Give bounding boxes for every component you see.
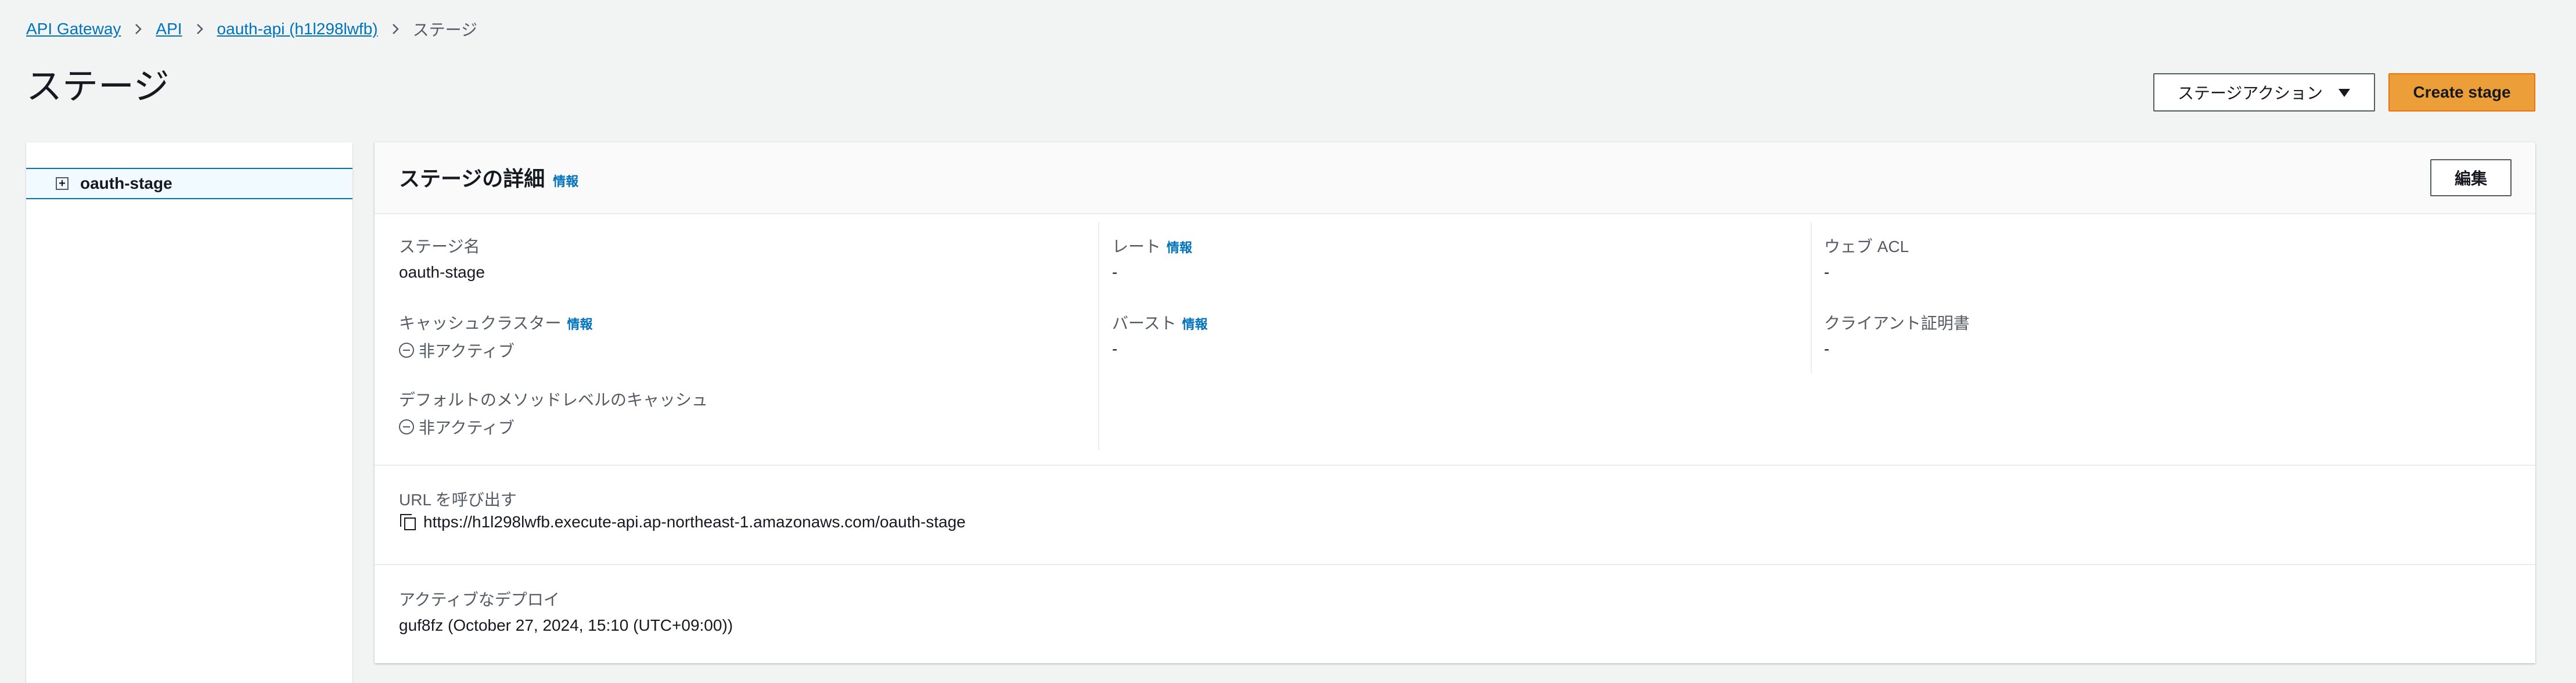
column-divider: [1811, 222, 1812, 373]
tree-item-label: oauth-stage: [80, 174, 172, 192]
page-title: ステージ: [26, 67, 170, 107]
breadcrumb-api-name[interactable]: oauth-api (h1l298lwfb): [217, 20, 378, 38]
section-divider: [375, 465, 2535, 466]
breadcrumb-api-gateway[interactable]: API Gateway: [26, 20, 121, 38]
stage-details-title-text: ステージの詳細: [399, 167, 545, 190]
cache-cluster-value: 非アクティブ: [419, 342, 515, 360]
info-link[interactable]: 情報: [553, 174, 578, 189]
client-cert-value: -: [1824, 340, 1830, 358]
info-link[interactable]: 情報: [1182, 317, 1208, 332]
copy-icon[interactable]: [399, 513, 418, 531]
rate-label-text: レート: [1112, 238, 1161, 256]
section-divider: [375, 564, 2535, 565]
rate-value: -: [1112, 263, 1118, 281]
active-deployment-label: アクティブなデプロイ: [399, 591, 560, 609]
invoke-url-row: https://h1l298lwfb.execute-api.ap-northe…: [399, 513, 966, 531]
default-cache-label: デフォルトのメソッドレベルのキャッシュ: [399, 391, 708, 409]
invoke-url-label: URL を呼び出す: [399, 491, 517, 509]
stage-name-value: oauth-stage: [399, 263, 485, 281]
stage-details-header: ステージの詳細 情報 編集: [375, 142, 2535, 214]
stage-name-label: ステージ名: [399, 238, 480, 256]
edit-button[interactable]: 編集: [2430, 159, 2512, 196]
stage-actions-dropdown[interactable]: ステージアクション: [2153, 73, 2375, 112]
create-stage-button[interactable]: Create stage: [2388, 73, 2535, 112]
stage-details-container: ステージの詳細 情報 編集 ステージ名 oauth-stage キャッシュクラスタ…: [375, 142, 2535, 663]
breadcrumb: API Gateway API oauth-api (h1l298lwfb) ス…: [26, 17, 477, 41]
stage-actions-label: ステージアクション: [2177, 84, 2323, 102]
breadcrumb-api[interactable]: API: [156, 20, 182, 38]
cache-cluster-label: キャッシュクラスター 情報: [399, 311, 592, 334]
burst-label: バースト 情報: [1112, 311, 1208, 334]
stage-details-title: ステージの詳細 情報: [399, 162, 578, 192]
breadcrumb-current: ステージ: [412, 21, 478, 39]
info-link[interactable]: 情報: [1167, 240, 1192, 255]
rate-label: レート 情報: [1112, 234, 1192, 257]
client-cert-label: クライアント証明書: [1824, 314, 1970, 332]
cache-cluster-status: 非アクティブ: [399, 339, 515, 362]
web-acl-value: -: [1824, 263, 1830, 281]
cache-cluster-label-text: キャッシュクラスター: [399, 314, 562, 332]
stage-tree-panel: + oauth-stage: [26, 142, 352, 683]
column-divider: [1098, 222, 1099, 450]
api-gateway-stages-page: API Gateway API oauth-api (h1l298lwfb) ス…: [0, 0, 2576, 683]
default-cache-value: 非アクティブ: [419, 419, 515, 437]
chevron-right-icon: [121, 23, 156, 35]
default-cache-status: 非アクティブ: [399, 415, 515, 438]
tree-item-stage[interactable]: + oauth-stage: [26, 168, 352, 199]
web-acl-label: ウェブ ACL: [1824, 238, 1909, 256]
burst-value: -: [1112, 340, 1118, 358]
burst-label-text: バースト: [1112, 314, 1177, 332]
status-inactive-icon: [399, 419, 414, 434]
active-deployment-value: guf8fz (October 27, 2024, 15:10 (UTC+09:…: [399, 616, 733, 634]
status-inactive-icon: [399, 343, 414, 358]
caret-down-icon: [2338, 83, 2351, 102]
info-link[interactable]: 情報: [567, 317, 592, 332]
chevron-right-icon: [378, 23, 413, 35]
invoke-url-value: https://h1l298lwfb.execute-api.ap-northe…: [423, 513, 966, 531]
expand-icon[interactable]: +: [56, 177, 69, 190]
chevron-right-icon: [182, 23, 217, 35]
